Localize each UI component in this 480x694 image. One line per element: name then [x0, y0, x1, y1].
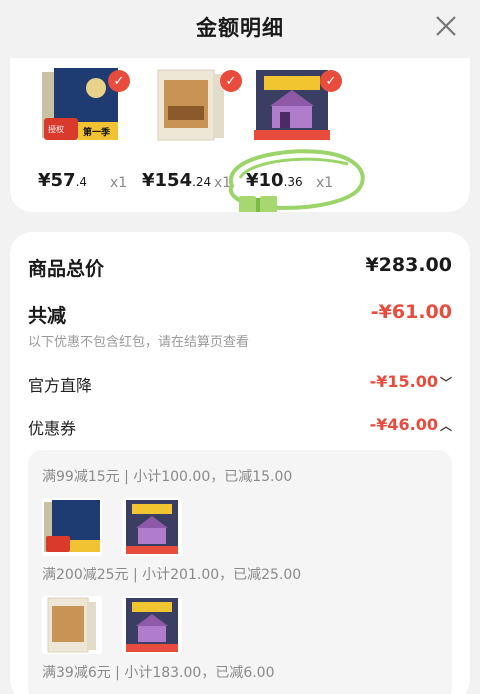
product-qty: x1 [110, 175, 128, 191]
selected-check-icon: ✓ [108, 70, 130, 92]
product-price: ¥154.24 [142, 170, 212, 191]
total-value: ¥283.00 [365, 254, 452, 276]
discount-hint: 以下优惠不包含红包，请在结算页查看 [28, 335, 250, 350]
reduce-value: -¥61.00 [370, 301, 452, 323]
product-item[interactable]: ✓ [250, 66, 342, 144]
coupon-line: 满200减25元 | 小计201.00，已减25.00 [42, 567, 302, 583]
total-label: 商品总价 [28, 258, 105, 280]
svg-text:第一季: 第一季 [83, 126, 111, 138]
official-label: 官方直降 [28, 376, 93, 395]
reduce-label: 共减 [28, 305, 67, 327]
chevron-down-icon[interactable]: ﹀ [440, 376, 452, 390]
official-discount-row[interactable]: 官方直降 -¥15.00 ﹀ [28, 372, 452, 398]
total-row: 商品总价 ¥283.00 [28, 254, 452, 282]
book-badge-icon [239, 196, 277, 212]
selected-check-icon: ✓ [320, 70, 342, 92]
book-boxset-cover [42, 596, 102, 654]
uhome-boardbook-cover [122, 596, 182, 654]
product-price: ¥57.4 [38, 170, 88, 191]
page-title: 金额明细 [196, 16, 284, 40]
reduce-row: 共减 -¥61.00 [28, 301, 452, 329]
chevron-up-icon[interactable]: ︿ [440, 419, 452, 433]
uhome-boardbook-cover [122, 498, 182, 556]
svg-text:授权: 授权 [48, 124, 64, 134]
coupon-line: 满99减15元 | 小计100.00，已减15.00 [42, 469, 293, 485]
product-item[interactable]: ✓ [150, 66, 242, 144]
coupon-label: 优惠券 [28, 419, 77, 438]
coupon-line: 满39减6元 | 小计183.00，已减6.00 [42, 665, 275, 681]
product-strip: 授权 第一季 ✓ ✓ ✓ ¥57.4 x1 ¥154.24 x1 ¥10.36 … [10, 58, 470, 212]
header: 金额明细 [0, 0, 480, 54]
official-value: -¥15.00 ﹀ [369, 372, 452, 391]
coupon-detail-panel: 满99减15元 | 小计100.00，已减15.00 满200减25元 | 小计… [28, 450, 452, 694]
selected-check-icon: ✓ [220, 70, 242, 92]
amount-summary-card: 商品总价 ¥283.00 共减 -¥61.00 以下优惠不包含红包，请在结算页查… [10, 232, 470, 694]
coupon-value: -¥46.00 ︿ [369, 415, 452, 434]
book-set-blue-cover [42, 498, 102, 556]
close-icon[interactable] [432, 12, 460, 40]
coupon-row[interactable]: 优惠券 -¥46.00 ︿ [28, 415, 452, 441]
